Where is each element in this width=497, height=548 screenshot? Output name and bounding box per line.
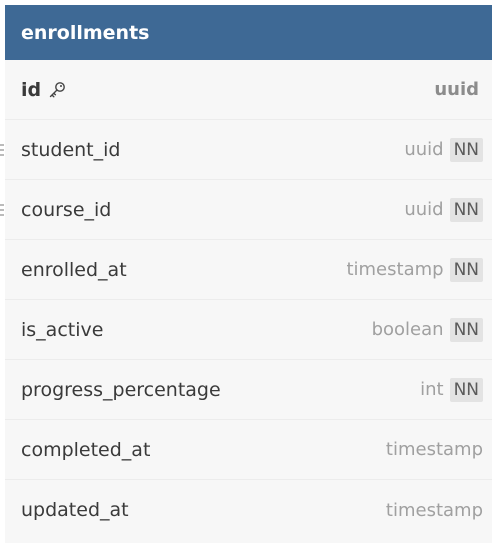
column-row-course-id[interactable]: course_id uuid NN <box>0 180 492 240</box>
column-row-completed-at[interactable]: completed_at timestamp <box>5 420 492 480</box>
column-row-progress-percentage[interactable]: progress_percentage int NN <box>5 360 492 420</box>
relation-connector-icon[interactable] <box>0 144 4 156</box>
column-row-id[interactable]: id uuid <box>5 60 492 120</box>
not-null-badge: NN <box>449 137 483 162</box>
column-row-enrolled-at[interactable]: enrolled_at timestamp NN <box>5 240 492 300</box>
column-name: is_active <box>21 318 104 341</box>
not-null-badge: NN <box>449 317 483 342</box>
column-type: timestamp <box>385 439 483 460</box>
column-type: uuid <box>434 79 479 100</box>
column-type: uuid <box>404 139 444 160</box>
column-name: course_id <box>21 198 112 221</box>
table-card-enrollments[interactable]: enrollments id uuid student_id uuid NN c… <box>0 5 492 543</box>
column-type: uuid <box>404 199 444 220</box>
column-name: id <box>21 79 434 101</box>
column-type: timestamp <box>346 259 444 280</box>
not-null-badge: NN <box>449 377 483 402</box>
table-header[interactable]: enrollments <box>5 5 492 60</box>
relation-connector-icon[interactable] <box>0 204 4 216</box>
column-name: updated_at <box>21 499 129 521</box>
column-row-is-active[interactable]: is_active boolean NN <box>5 300 492 360</box>
column-name: completed_at <box>21 438 151 461</box>
table-title: enrollments <box>21 21 150 44</box>
column-type: timestamp <box>385 499 483 521</box>
not-null-badge: NN <box>449 197 483 222</box>
column-row-updated-at[interactable]: updated_at timestamp <box>5 480 492 540</box>
column-row-student-id[interactable]: student_id uuid NN <box>0 120 492 180</box>
column-name: progress_percentage <box>21 378 221 401</box>
not-null-badge: NN <box>449 257 483 282</box>
column-type: boolean <box>371 319 444 340</box>
column-name: student_id <box>21 138 121 161</box>
column-type: int <box>420 379 444 400</box>
key-icon <box>49 82 66 98</box>
column-name: enrolled_at <box>21 258 127 281</box>
